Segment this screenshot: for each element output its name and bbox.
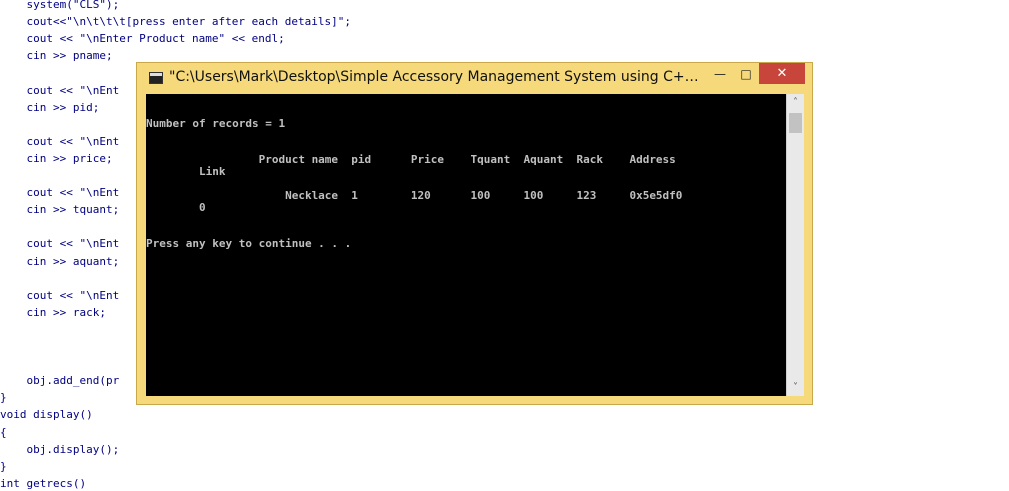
code-line: cout << "\nEnt	[0, 186, 120, 199]
scroll-thumb[interactable]	[789, 113, 802, 133]
code-line: cout << "\nEnt	[0, 289, 120, 302]
code-line: obj.display();	[0, 443, 120, 456]
table-header-line: Product name pid Price Tquant Aquant Rac…	[146, 153, 676, 166]
code-line: {	[0, 426, 7, 439]
console-text: Number of records = 1 Product name pid P…	[146, 94, 786, 396]
console-output-area[interactable]: Number of records = 1 Product name pid P…	[146, 94, 804, 396]
code-line: }	[0, 460, 7, 473]
records-count-line: Number of records = 1	[146, 117, 286, 130]
code-line: obj.add_end(pr	[0, 374, 120, 387]
continue-prompt-line: Press any key to continue . . .	[146, 237, 352, 250]
scroll-up-arrow-icon[interactable]: ˄	[787, 94, 804, 111]
code-line: cout << "\nEnter Product name" << endl;	[0, 32, 285, 45]
code-line: int getrecs()	[0, 477, 87, 490]
code-line: cin >> tquant;	[0, 203, 120, 216]
console-titlebar[interactable]: "C:\Users\Mark\Desktop\Simple Accessory …	[137, 63, 812, 93]
maximize-button[interactable]: □	[733, 63, 759, 84]
close-button[interactable]: ✕	[759, 63, 805, 84]
code-line: cin >> rack;	[0, 306, 106, 319]
code-line: cin >> pid;	[0, 101, 100, 114]
code-line: }	[0, 391, 7, 404]
code-line: cout << "\nEnt	[0, 237, 120, 250]
code-line: system("CLS");	[0, 0, 120, 11]
table-header-link-line: Link	[146, 165, 226, 178]
minimize-button[interactable]: —	[707, 63, 733, 84]
code-line: cout<<"\n\t\t\t[press enter after each d…	[0, 15, 351, 28]
console-title: "C:\Users\Mark\Desktop\Simple Accessory …	[169, 69, 709, 85]
code-line: cout << "\nEnt	[0, 84, 120, 97]
code-line: cin >> aquant;	[0, 255, 120, 268]
code-line: void display()	[0, 408, 93, 421]
code-line: cin >> price;	[0, 152, 113, 165]
vertical-scrollbar[interactable]: ˄ ˅	[786, 94, 804, 396]
code-line: cout << "\nEnt	[0, 135, 120, 148]
code-line: cin >> pname;	[0, 49, 113, 62]
console-window[interactable]: "C:\Users\Mark\Desktop\Simple Accessory …	[136, 62, 813, 405]
table-row-link-line: 0	[146, 201, 206, 214]
table-row-line: Necklace 1 120 100 100 123 0x5e5df0	[146, 189, 683, 202]
console-app-icon[interactable]	[149, 72, 163, 84]
scroll-down-arrow-icon[interactable]: ˅	[787, 379, 804, 396]
